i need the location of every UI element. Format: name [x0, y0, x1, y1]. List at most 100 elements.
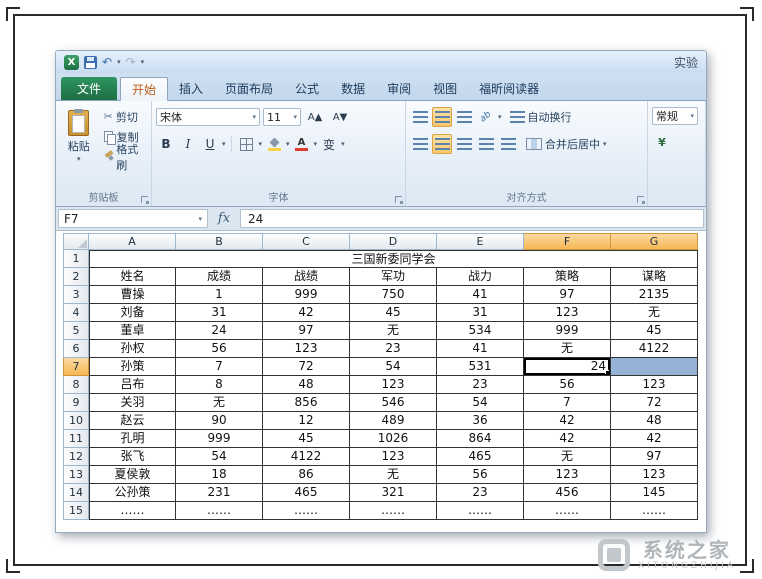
cell-F8[interactable]: 56: [524, 376, 611, 394]
cell-F6[interactable]: 无: [524, 340, 611, 358]
cell-B15[interactable]: ……: [176, 502, 263, 520]
cell-D9[interactable]: 546: [350, 394, 437, 412]
cell-F12[interactable]: 无: [524, 448, 611, 466]
cell-D12[interactable]: 123: [350, 448, 437, 466]
undo-icon[interactable]: ↶: [102, 56, 112, 68]
column-header-E[interactable]: E: [437, 233, 524, 250]
row-header-13[interactable]: 13: [63, 466, 89, 484]
cell-F4[interactable]: 123: [524, 304, 611, 322]
cell-A12[interactable]: 张飞: [89, 448, 176, 466]
align-bottom-button[interactable]: [454, 107, 474, 127]
cut-button[interactable]: ✂ 剪切: [102, 108, 147, 125]
tab-插入[interactable]: 插入: [168, 77, 214, 100]
cell-C7[interactable]: 72: [263, 358, 350, 376]
column-header-F[interactable]: F: [524, 233, 611, 250]
cell-A7[interactable]: 孙策: [89, 358, 176, 376]
cell-C4[interactable]: 42: [263, 304, 350, 322]
cell-F14[interactable]: 456: [524, 484, 611, 502]
cell-D14[interactable]: 321: [350, 484, 437, 502]
cell-F15[interactable]: ……: [524, 502, 611, 520]
phonetic-guide-button[interactable]: 变: [319, 134, 339, 154]
cell-D10[interactable]: 489: [350, 412, 437, 430]
cell-B7[interactable]: 7: [176, 358, 263, 376]
row-header-4[interactable]: 4: [63, 304, 89, 322]
number-format-combobox[interactable]: 常规 ▾: [652, 107, 698, 125]
cell-G4[interactable]: 无: [611, 304, 698, 322]
tab-公式[interactable]: 公式: [284, 77, 330, 100]
align-right-button[interactable]: [454, 134, 474, 154]
cell-C11[interactable]: 45: [263, 430, 350, 448]
phonetic-dropdown-icon[interactable]: ▾: [341, 141, 345, 148]
cell-C3[interactable]: 999: [263, 286, 350, 304]
cell-G6[interactable]: 4122: [611, 340, 698, 358]
italic-button[interactable]: I: [178, 134, 198, 154]
cell-G8[interactable]: 123: [611, 376, 698, 394]
decrease-indent-button[interactable]: [476, 134, 496, 154]
cell-A9[interactable]: 关羽: [89, 394, 176, 412]
align-top-button[interactable]: [410, 107, 430, 127]
column-header-C[interactable]: C: [263, 233, 350, 250]
column-header-G[interactable]: G: [611, 233, 698, 250]
cell-C10[interactable]: 12: [263, 412, 350, 430]
cell-G9[interactable]: 72: [611, 394, 698, 412]
cell-E7[interactable]: 531: [437, 358, 524, 376]
cell-C14[interactable]: 465: [263, 484, 350, 502]
row-header-3[interactable]: 3: [63, 286, 89, 304]
cell-B10[interactable]: 90: [176, 412, 263, 430]
clipboard-dialog-launcher-icon[interactable]: [141, 196, 148, 203]
name-box-dropdown-icon[interactable]: ▾: [198, 215, 202, 223]
row-header-12[interactable]: 12: [63, 448, 89, 466]
cell-D4[interactable]: 45: [350, 304, 437, 322]
orientation-dropdown-icon[interactable]: ▾: [498, 114, 502, 121]
cell-D5[interactable]: 无: [350, 322, 437, 340]
cell-E15[interactable]: ……: [437, 502, 524, 520]
grow-font-button[interactable]: A▲: [304, 107, 326, 127]
format-painter-button[interactable]: 格式刷: [102, 148, 147, 165]
currency-format-button[interactable]: ¥: [652, 132, 672, 152]
cell-D13[interactable]: 无: [350, 466, 437, 484]
cell-A14[interactable]: 公孙策: [89, 484, 176, 502]
row-header-11[interactable]: 11: [63, 430, 89, 448]
cell-A4[interactable]: 刘备: [89, 304, 176, 322]
cell-B5[interactable]: 24: [176, 322, 263, 340]
cell-D2[interactable]: 军功: [350, 268, 437, 286]
row-header-15[interactable]: 15: [63, 502, 89, 520]
row-header-1[interactable]: 1: [63, 250, 89, 268]
cell-C8[interactable]: 48: [263, 376, 350, 394]
borders-button[interactable]: [237, 134, 257, 154]
cell-E2[interactable]: 战力: [437, 268, 524, 286]
column-header-D[interactable]: D: [350, 233, 437, 250]
font-dialog-launcher-icon[interactable]: [395, 196, 402, 203]
cell-A5[interactable]: 董卓: [89, 322, 176, 340]
tab-视图[interactable]: 视图: [422, 77, 468, 100]
cell-G14[interactable]: 145: [611, 484, 698, 502]
cell-E10[interactable]: 36: [437, 412, 524, 430]
tab-福昕阅读器[interactable]: 福昕阅读器: [468, 77, 550, 100]
save-icon[interactable]: [84, 56, 97, 69]
cell-G12[interactable]: 97: [611, 448, 698, 466]
cell-B11[interactable]: 999: [176, 430, 263, 448]
tab-审阅[interactable]: 审阅: [376, 77, 422, 100]
cell-F13[interactable]: 123: [524, 466, 611, 484]
orientation-button[interactable]: ab: [476, 107, 496, 127]
cell-A2[interactable]: 姓名: [89, 268, 176, 286]
cell-E13[interactable]: 56: [437, 466, 524, 484]
cell-F5[interactable]: 999: [524, 322, 611, 340]
cell-B2[interactable]: 成绩: [176, 268, 263, 286]
formula-input[interactable]: 24: [240, 209, 704, 228]
row-header-9[interactable]: 9: [63, 394, 89, 412]
cell-C12[interactable]: 4122: [263, 448, 350, 466]
shrink-font-button[interactable]: A▼: [329, 107, 351, 127]
underline-dropdown-icon[interactable]: ▾: [222, 141, 226, 148]
tab-页面布局[interactable]: 页面布局: [214, 77, 284, 100]
cell-F10[interactable]: 42: [524, 412, 611, 430]
cell-E3[interactable]: 41: [437, 286, 524, 304]
cell-F9[interactable]: 7: [524, 394, 611, 412]
cell-A13[interactable]: 夏侯敦: [89, 466, 176, 484]
row-header-8[interactable]: 8: [63, 376, 89, 394]
align-center-button[interactable]: [432, 134, 452, 154]
borders-dropdown-icon[interactable]: ▾: [259, 141, 263, 148]
cell-E11[interactable]: 864: [437, 430, 524, 448]
cell-F3[interactable]: 97: [524, 286, 611, 304]
cell-G2[interactable]: 谋略: [611, 268, 698, 286]
